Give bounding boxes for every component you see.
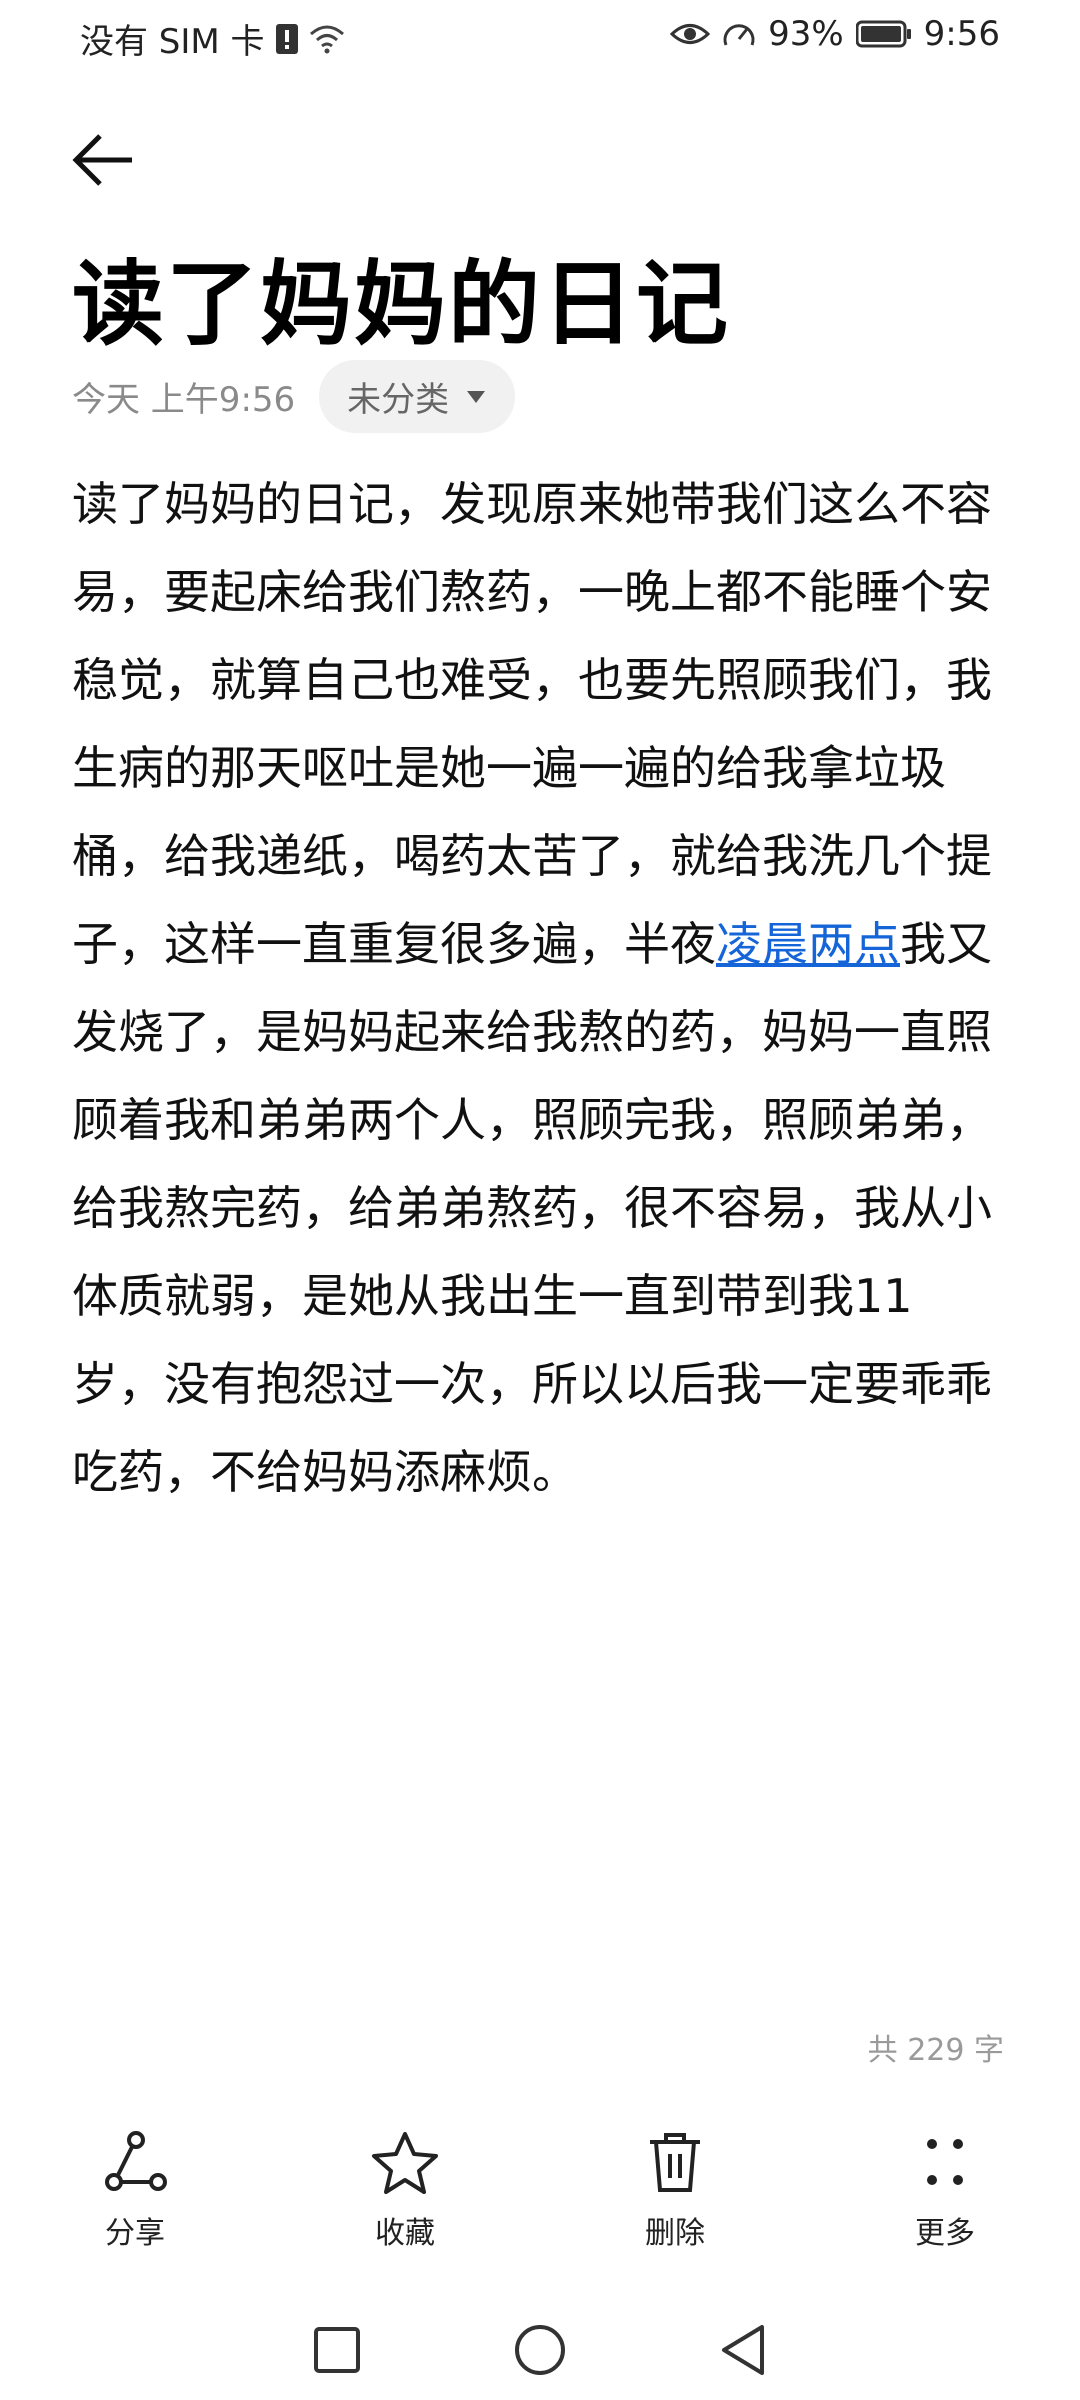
note-meta-row: 今天 上午9:56 未分类 bbox=[72, 360, 516, 433]
bottom-toolbar: 分享 收藏 删除 更多 bbox=[0, 2130, 1080, 2280]
delete-label: 删除 bbox=[645, 2216, 705, 2251]
wifi-icon bbox=[309, 24, 345, 54]
carrier-label: 没有 SIM 卡 bbox=[80, 22, 265, 62]
note-title[interactable]: 读了妈妈的日记 bbox=[72, 230, 730, 363]
status-bar: 没有 SIM 卡 93% 9:56 bbox=[0, 0, 1080, 72]
system-back-button[interactable] bbox=[718, 2323, 768, 2377]
eye-icon bbox=[670, 21, 711, 47]
status-left: 没有 SIM 卡 bbox=[80, 14, 345, 63]
category-label: 未分类 bbox=[347, 380, 450, 420]
body-text-part1: 读了妈妈的日记，发现原来她带我们这么不容易，要起床给我们熬药，一晚上都不能睡个安… bbox=[72, 477, 992, 971]
more-label: 更多 bbox=[915, 2216, 975, 2251]
battery-icon bbox=[855, 20, 912, 48]
more-dots-icon bbox=[910, 2130, 980, 2194]
body-text-part2: 我又发烧了，是妈妈起来给我熬的药，妈妈一直照顾着我和弟弟两个人，照顾完我，照顾弟… bbox=[72, 917, 992, 1499]
share-label: 分享 bbox=[105, 2216, 165, 2251]
note-date: 今天 上午9:56 bbox=[72, 380, 296, 420]
speed-icon bbox=[722, 19, 756, 49]
battery-percent: 93% bbox=[768, 14, 844, 54]
note-body[interactable]: 读了妈妈的日记，发现原来她带我们这么不容易，要起床给我们熬药，一晚上都不能睡个安… bbox=[72, 460, 1002, 1516]
trash-icon bbox=[640, 2130, 710, 2194]
delete-button[interactable]: 删除 bbox=[575, 2130, 775, 2280]
system-nav-bar bbox=[0, 2300, 1080, 2400]
date-link[interactable]: 凌晨两点 bbox=[716, 917, 900, 971]
sim-alert-icon bbox=[275, 23, 299, 55]
more-button[interactable]: 更多 bbox=[845, 2130, 1045, 2280]
star-icon bbox=[370, 2130, 440, 2194]
share-button[interactable]: 分享 bbox=[35, 2130, 235, 2280]
arrow-left-icon bbox=[70, 132, 136, 188]
home-button[interactable] bbox=[512, 2322, 568, 2378]
recent-apps-button[interactable] bbox=[312, 2325, 362, 2375]
category-selector[interactable]: 未分类 bbox=[319, 360, 516, 433]
favorite-button[interactable]: 收藏 bbox=[305, 2130, 505, 2280]
caret-down-icon bbox=[465, 389, 487, 405]
status-right: 93% 9:56 bbox=[670, 14, 1000, 54]
clock-time: 9:56 bbox=[923, 14, 1000, 54]
share-icon bbox=[100, 2130, 170, 2194]
back-button[interactable] bbox=[70, 120, 160, 200]
word-count: 共 229 字 bbox=[867, 2033, 1004, 2068]
favorite-label: 收藏 bbox=[375, 2216, 435, 2251]
